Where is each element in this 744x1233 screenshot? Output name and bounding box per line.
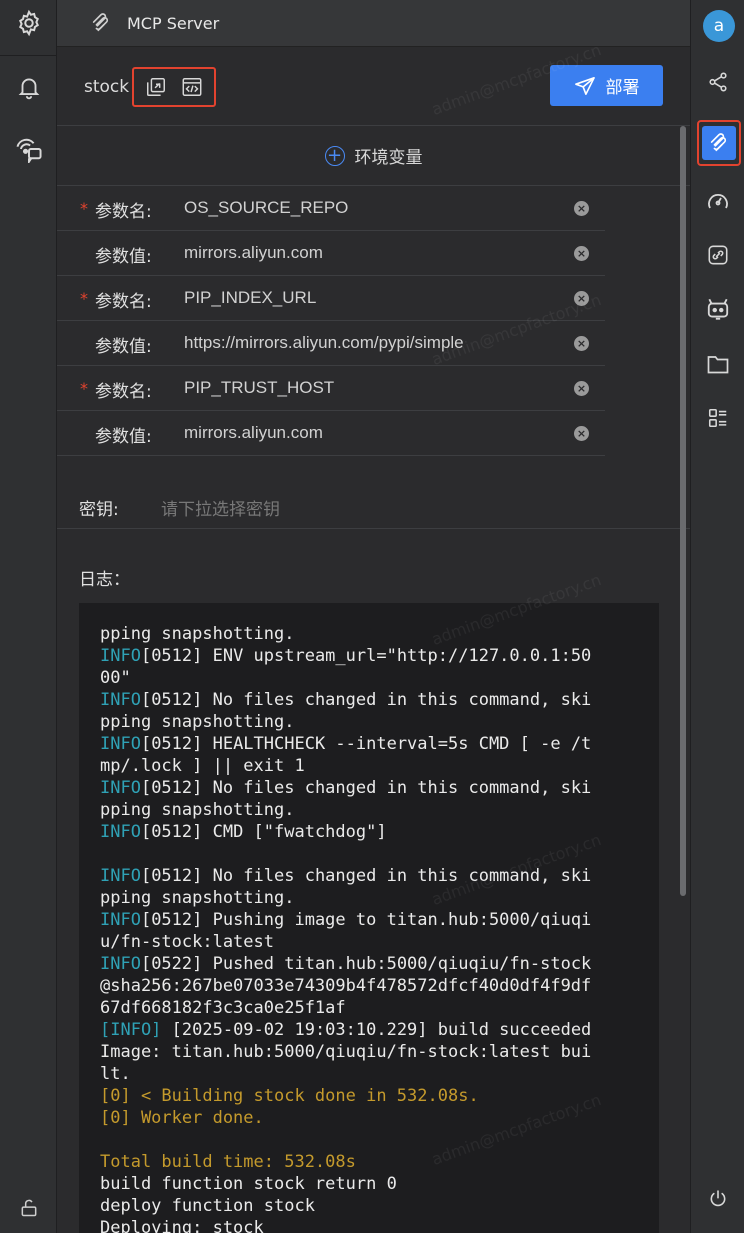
plus-circle-icon: + xyxy=(324,145,345,166)
chat-broadcast-icon[interactable] xyxy=(0,132,57,166)
param-input[interactable]: mirrors.aliyun.com xyxy=(184,423,323,443)
copy-link-icon[interactable] xyxy=(145,76,167,98)
scrollbar[interactable] xyxy=(678,126,688,1233)
rail-divider xyxy=(0,55,57,56)
left-rail xyxy=(0,0,57,1233)
clear-icon[interactable]: × xyxy=(574,291,589,306)
server-action-group xyxy=(132,67,216,107)
env-param-row: * 参数名: PIP_TRUST_HOST × xyxy=(57,366,605,411)
share-icon[interactable] xyxy=(691,68,744,96)
required-marker: * xyxy=(80,379,88,398)
unlock-icon[interactable] xyxy=(0,1195,57,1221)
avatar[interactable]: a xyxy=(703,10,735,42)
secret-select[interactable]: 请下拉选择密钥 xyxy=(161,495,280,520)
param-label: 参数名: xyxy=(95,292,152,312)
server-header-row: stock 部署 xyxy=(57,47,690,126)
robot-icon[interactable] xyxy=(691,294,744,324)
clear-icon[interactable]: × xyxy=(574,246,589,261)
list-icon[interactable] xyxy=(691,404,744,432)
env-params-list: * 参数名: OS_SOURCE_REPO × 参数值: mirrors.aliyun.c… xyxy=(57,186,605,456)
param-label: 参数名: xyxy=(95,382,152,402)
mcp-nav-button[interactable] xyxy=(697,120,741,166)
required-marker: * xyxy=(80,289,88,308)
main-panel: MCP Server stock 部署 + 环境变量 * 参数名: OS_SOURC… xyxy=(57,0,690,1233)
deploy-label: 部署 xyxy=(605,78,640,98)
send-icon xyxy=(574,76,595,95)
env-param-row: 参数值: mirrors.aliyun.com × xyxy=(57,411,605,456)
header-bar: MCP Server xyxy=(57,0,690,47)
clear-icon[interactable]: × xyxy=(574,336,589,351)
add-env-var-button[interactable]: + 环境变量 xyxy=(57,126,690,186)
mcp-logo-icon xyxy=(89,11,113,35)
param-input[interactable]: mirrors.aliyun.com xyxy=(184,243,323,263)
right-rail: a xyxy=(690,0,744,1233)
param-input[interactable]: PIP_TRUST_HOST xyxy=(184,378,334,398)
param-label: 参数值: xyxy=(95,337,152,357)
gauge-icon[interactable] xyxy=(691,187,744,215)
gear-icon[interactable] xyxy=(0,6,57,40)
mcp-icon xyxy=(702,126,736,160)
param-input[interactable]: https://mirrors.aliyun.com/pypi/simple xyxy=(184,333,464,353)
clear-icon[interactable]: × xyxy=(574,201,589,216)
server-name: stock xyxy=(84,77,130,97)
param-input[interactable]: OS_SOURCE_REPO xyxy=(184,198,348,218)
env-param-row: * 参数名: OS_SOURCE_REPO × xyxy=(57,186,605,231)
env-param-row: 参数值: mirrors.aliyun.com × xyxy=(57,231,605,276)
param-input[interactable]: PIP_INDEX_URL xyxy=(184,288,316,308)
param-label: 参数值: xyxy=(95,427,152,447)
folder-icon[interactable] xyxy=(691,350,744,378)
log-console[interactable]: pping snapshotting. INFO[0512] ENV upstr… xyxy=(79,603,659,1233)
env-var-label: 环境变量 xyxy=(354,148,423,168)
env-param-row: * 参数名: PIP_INDEX_URL × xyxy=(57,276,605,321)
clear-icon[interactable]: × xyxy=(574,381,589,396)
clear-icon[interactable]: × xyxy=(574,426,589,441)
required-marker: * xyxy=(80,199,88,218)
bell-icon[interactable] xyxy=(0,70,57,104)
deploy-button[interactable]: 部署 xyxy=(550,65,663,106)
code-window-icon[interactable] xyxy=(181,76,203,98)
page-title: MCP Server xyxy=(127,13,220,33)
secret-row: 密钥: 请下拉选择密钥 xyxy=(57,482,690,529)
secret-label: 密钥: xyxy=(79,500,119,520)
env-param-row: 参数值: https://mirrors.aliyun.com/pypi/simp… xyxy=(57,321,605,366)
param-label: 参数名: xyxy=(95,202,152,222)
link-icon[interactable] xyxy=(691,241,744,269)
scrollbar-thumb[interactable] xyxy=(680,126,686,896)
power-icon[interactable] xyxy=(691,1185,744,1213)
param-label: 参数值: xyxy=(95,247,152,267)
log-output: pping snapshotting. INFO[0512] ENV upstr… xyxy=(100,624,592,1233)
log-label: 日志： xyxy=(79,570,130,590)
